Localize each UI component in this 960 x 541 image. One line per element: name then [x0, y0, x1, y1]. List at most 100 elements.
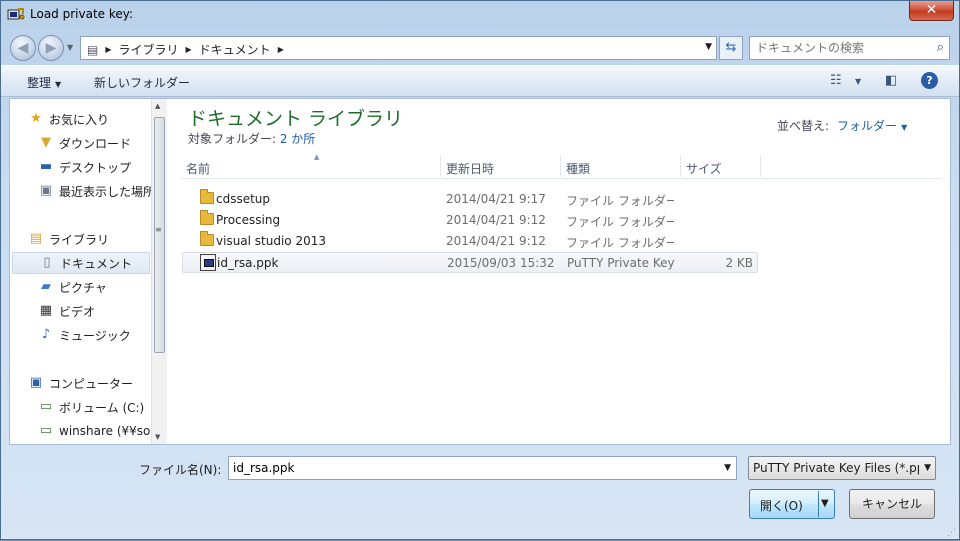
putty-app-icon [7, 7, 25, 23]
close-button[interactable]: ✕ [909, 1, 954, 21]
command-toolbar: 整理 ▼ 新しいフォルダー ☷ ▼ ◧ ? [1, 65, 959, 97]
open-button[interactable]: 開く(O) ▼ [749, 489, 835, 519]
crumb-separator-icon[interactable]: ▶ [278, 45, 284, 54]
sidebar-item-videos[interactable]: ▦ ビデオ [38, 300, 167, 322]
sidebar-item-downloads[interactable]: ▼ ダウンロード [38, 132, 167, 154]
sidebar-item-pictures[interactable]: ▰ ピクチャ [38, 276, 167, 298]
sidebar-item-libraries[interactable]: ▤ ライブラリ [28, 228, 167, 250]
arrange-by: 並べ替え: フォルダー ▼ [777, 117, 907, 134]
sidebar-label: デスクトップ [59, 160, 132, 175]
file-date: 2014/04/21 9:17 [446, 192, 546, 206]
document-icon: ▯ [43, 255, 51, 270]
column-name[interactable]: 名前 [186, 160, 210, 177]
scroll-down-icon[interactable]: ▼ [155, 433, 160, 441]
sidebar-item-music[interactable]: ♪ ミュージック [38, 324, 167, 346]
sidebar-label: ライブラリ [49, 232, 110, 247]
file-name: visual studio 2013 [216, 234, 327, 248]
filename-history-dropdown-icon[interactable]: ▼ [724, 463, 731, 473]
search-icon[interactable]: ⌕ [937, 40, 944, 55]
crumb-separator-icon[interactable]: ▶ [186, 45, 192, 54]
column-divider[interactable] [680, 155, 681, 177]
pictures-icon: ▰ [41, 279, 51, 294]
filename-label: ファイル名(N): [139, 463, 222, 477]
forward-button[interactable]: ▶ [38, 35, 64, 61]
music-icon: ♪ [41, 327, 51, 342]
arrange-by-dropdown[interactable]: フォルダー [837, 119, 897, 133]
scroll-up-icon[interactable]: ▲ [155, 102, 160, 110]
search-input[interactable] [756, 40, 921, 56]
file-type: ファイル フォルダー [566, 236, 674, 250]
sidebar-item-winshare[interactable]: ▭ winshare (¥¥so [38, 420, 167, 442]
dialog-footer: ファイル名(N): ▼ PuTTY Private Key Files (*.p… [1, 447, 959, 541]
filename-combobox[interactable]: ▼ [228, 456, 737, 480]
column-divider[interactable] [760, 155, 761, 177]
file-name: id_rsa.ppk [217, 256, 279, 270]
breadcrumb-documents[interactable]: ドキュメント [199, 41, 271, 58]
chevron-down-icon: ▼ [55, 80, 62, 89]
recent-pages-dropdown-icon[interactable]: ▼ [67, 43, 73, 52]
search-box[interactable]: ⌕ [749, 36, 950, 60]
file-type: ファイル フォルダー [566, 194, 674, 208]
refresh-button[interactable]: ⇆ [719, 36, 743, 60]
crumb-separator-icon[interactable]: ▶ [105, 45, 111, 54]
preview-pane-icon[interactable]: ◧ [885, 73, 897, 88]
file-row[interactable]: visual studio 2013 2014/04/21 9:12 ファイル … [182, 231, 758, 252]
address-page-icon: ▤ [87, 42, 99, 57]
sidebar-label: お気に入り [49, 112, 110, 127]
sidebar-label: ダウンロード [59, 136, 132, 151]
cancel-button[interactable]: キャンセル [849, 489, 935, 519]
folder-icon [200, 210, 214, 225]
file-date: 2014/04/21 9:12 [446, 234, 546, 248]
sidebar-item-documents[interactable]: ▯ ドキュメント [12, 252, 150, 274]
sidebar-scrollbar[interactable]: ▲ ≡ ▼ [151, 99, 167, 444]
sidebar-item-favorites[interactable]: ★ お気に入り [28, 108, 167, 130]
recent-places-icon: ▣ [39, 183, 53, 198]
download-folder-icon: ▼ [41, 135, 51, 150]
breadcrumb-libraries[interactable]: ライブラリ [119, 41, 179, 58]
column-divider[interactable] [440, 155, 441, 177]
file-row[interactable]: cdssetup 2014/04/21 9:17 ファイル フォルダー [182, 189, 758, 210]
sidebar-label: ビデオ [59, 304, 96, 319]
chevron-down-icon[interactable]: ▼ [901, 123, 907, 132]
file-type-filter-select[interactable]: PuTTY Private Key Files (*.ppk) ▼ [748, 456, 936, 480]
sidebar-label: ボリューム (C:) [59, 400, 145, 415]
open-options-dropdown-icon[interactable]: ▼ [821, 498, 829, 509]
back-arrow-icon: ◀ [17, 40, 29, 56]
file-name: cdssetup [216, 192, 271, 206]
file-name: Processing [216, 213, 281, 227]
help-icon[interactable]: ? [921, 72, 938, 89]
column-divider[interactable] [560, 155, 561, 177]
video-icon: ▦ [39, 303, 53, 318]
putty-key-file-icon [200, 254, 216, 271]
file-row[interactable]: Processing 2014/04/21 9:12 ファイル フォルダー [182, 210, 758, 231]
scrollbar-thumb[interactable] [154, 117, 165, 353]
file-row-selected[interactable]: id_rsa.ppk 2015/09/03 15:32 PuTTY Privat… [182, 252, 758, 273]
column-header-row: ▲ 名前 更新日時 種類 サイズ [182, 153, 942, 179]
new-folder-button[interactable]: 新しいフォルダー [94, 74, 190, 91]
view-options-dropdown-icon[interactable]: ▼ [855, 77, 861, 86]
file-date: 2014/04/21 9:12 [446, 213, 546, 227]
organize-menu-button[interactable]: 整理 ▼ [27, 74, 61, 91]
locations-label: 対象フォルダー: [188, 132, 280, 146]
file-type: PuTTY Private Key File [567, 256, 675, 270]
address-bar[interactable]: ▤ ▶ ライブラリ ▶ ドキュメント ▶ ▼ [80, 36, 717, 60]
sidebar-item-computer[interactable]: ▣ コンピューター [28, 372, 167, 394]
column-date[interactable]: 更新日時 [446, 160, 494, 177]
window-title: Load private key: [30, 7, 134, 21]
column-size[interactable]: サイズ [686, 160, 722, 177]
resize-grip-icon[interactable]: ⋰ [947, 528, 956, 538]
column-type[interactable]: 種類 [566, 160, 590, 177]
filename-input[interactable] [233, 460, 713, 476]
title-bar[interactable]: Load private key: ✕ [1, 1, 959, 29]
address-history-dropdown-icon[interactable]: ▼ [705, 42, 712, 52]
view-options-icon[interactable]: ☷ [830, 73, 842, 88]
sidebar-item-volume-c[interactable]: ▭ ボリューム (C:) [38, 396, 167, 418]
locations-link[interactable]: 2 か所 [280, 132, 315, 146]
sidebar-item-desktop[interactable]: ▬ デスクトップ [38, 156, 167, 178]
sidebar-item-recent-places[interactable]: ▣ 最近表示した場所 [38, 180, 167, 202]
back-button[interactable]: ◀ [10, 35, 36, 61]
chevron-down-icon: ▼ [924, 463, 931, 473]
forward-arrow-icon: ▶ [45, 40, 57, 56]
organize-label: 整理 [27, 76, 52, 90]
library-title: ドキュメント ライブラリ [188, 108, 404, 130]
